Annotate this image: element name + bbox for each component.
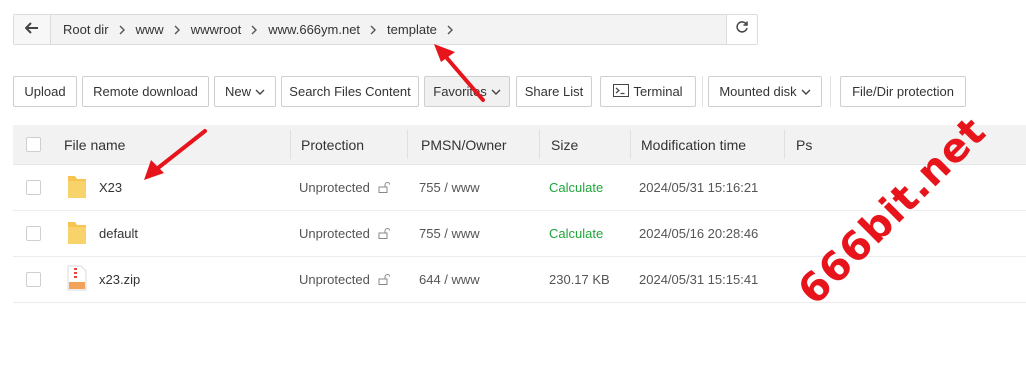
chevron-right-icon: [168, 25, 187, 35]
new-dropdown-button[interactable]: New: [214, 76, 276, 107]
protection-cell[interactable]: Unprotected: [299, 165, 390, 210]
column-divider: [539, 130, 540, 159]
row-checkbox[interactable]: [26, 272, 41, 287]
protection-cell[interactable]: Unprotected: [299, 211, 390, 256]
column-divider: [630, 130, 631, 159]
col-size[interactable]: Size: [551, 125, 578, 164]
lock-icon: [378, 182, 390, 193]
table-row[interactable]: x23.zip Unprotected 644 / www 230.17 KB …: [13, 257, 1026, 303]
folder-icon: [67, 173, 87, 202]
protection-cell[interactable]: Unprotected: [299, 257, 390, 302]
refresh-button[interactable]: [726, 15, 757, 44]
col-pmsn-owner[interactable]: PMSN/Owner: [421, 125, 507, 164]
calculate-size-link[interactable]: Calculate: [549, 211, 603, 256]
chevron-right-icon: [113, 25, 132, 35]
arrow-left-icon: [24, 21, 39, 39]
refresh-icon: [735, 20, 749, 39]
breadcrumb: Root dir www wwwroot www.666ym.net templ…: [51, 15, 726, 44]
modification-time-cell: 2024/05/31 15:15:41: [639, 272, 759, 287]
chevron-right-icon: [364, 25, 383, 35]
file-name-link[interactable]: x23.zip: [99, 272, 140, 287]
pmsn-owner-cell[interactable]: 755 / www: [419, 211, 480, 256]
toolbar-divider: [702, 76, 703, 107]
toolbar-divider: [830, 76, 831, 107]
table-header: File name Protection PMSN/Owner Size Mod…: [13, 125, 1026, 165]
file-dir-protection-button[interactable]: File/Dir protection: [840, 76, 966, 107]
chevron-right-icon: [441, 25, 460, 35]
column-divider: [290, 130, 291, 159]
back-button[interactable]: [14, 15, 51, 44]
search-files-button[interactable]: Search Files Content: [281, 76, 419, 107]
terminal-icon: [613, 83, 630, 100]
col-file-name[interactable]: File name: [64, 125, 125, 164]
select-all-checkbox[interactable]: [26, 137, 41, 152]
size-cell: 230.17 KB: [549, 272, 610, 287]
lock-icon: [378, 274, 390, 285]
pmsn-owner-cell[interactable]: 644 / www: [419, 257, 480, 302]
row-checkbox-cell: [26, 211, 41, 256]
folder-icon: [67, 219, 87, 248]
file-name-cell: default: [67, 211, 138, 256]
col-protection[interactable]: Protection: [301, 125, 364, 164]
modification-time-cell: 2024/05/16 20:28:46: [639, 226, 759, 241]
calculate-size-link[interactable]: Calculate: [549, 165, 603, 210]
pmsn-owner-cell[interactable]: 755 / www: [419, 165, 480, 210]
remote-download-button[interactable]: Remote download: [82, 76, 209, 107]
file-name-link[interactable]: X23: [99, 180, 122, 195]
chevron-right-icon: [245, 25, 264, 35]
path-bar: Root dir www wwwroot www.666ym.net templ…: [13, 14, 758, 45]
lock-icon: [378, 228, 390, 239]
zip-file-icon: [67, 265, 87, 294]
column-divider: [784, 130, 785, 159]
file-name-cell: X23: [67, 165, 122, 210]
column-divider: [407, 130, 408, 159]
share-list-button[interactable]: Share List: [516, 76, 592, 107]
row-checkbox-cell: [26, 165, 41, 210]
chevron-down-icon: [255, 84, 265, 99]
row-checkbox[interactable]: [26, 180, 41, 195]
modification-time-cell: 2024/05/31 15:16:21: [639, 180, 759, 195]
file-name-cell: x23.zip: [67, 257, 140, 302]
chevron-down-icon: [801, 84, 811, 99]
file-name-link[interactable]: default: [99, 226, 138, 241]
crumb-template[interactable]: template: [383, 22, 441, 37]
terminal-button[interactable]: Terminal: [600, 76, 696, 107]
crumb-wwwroot[interactable]: wwwroot: [187, 22, 246, 37]
col-ps[interactable]: Ps: [796, 125, 812, 164]
chevron-down-icon: [491, 84, 501, 99]
crumb-root[interactable]: Root dir: [59, 22, 113, 37]
row-checkbox[interactable]: [26, 226, 41, 241]
upload-button[interactable]: Upload: [13, 76, 77, 107]
mounted-disk-dropdown-button[interactable]: Mounted disk: [708, 76, 822, 107]
toolbar: Upload Remote download New Search Files …: [0, 76, 1026, 107]
favorites-dropdown-button[interactable]: Favorites: [424, 76, 510, 107]
crumb-www[interactable]: www: [132, 22, 168, 37]
row-checkbox-cell: [26, 257, 41, 302]
select-all-cell: [26, 125, 41, 164]
crumb-site[interactable]: www.666ym.net: [264, 22, 364, 37]
col-modification-time[interactable]: Modification time: [641, 125, 746, 164]
